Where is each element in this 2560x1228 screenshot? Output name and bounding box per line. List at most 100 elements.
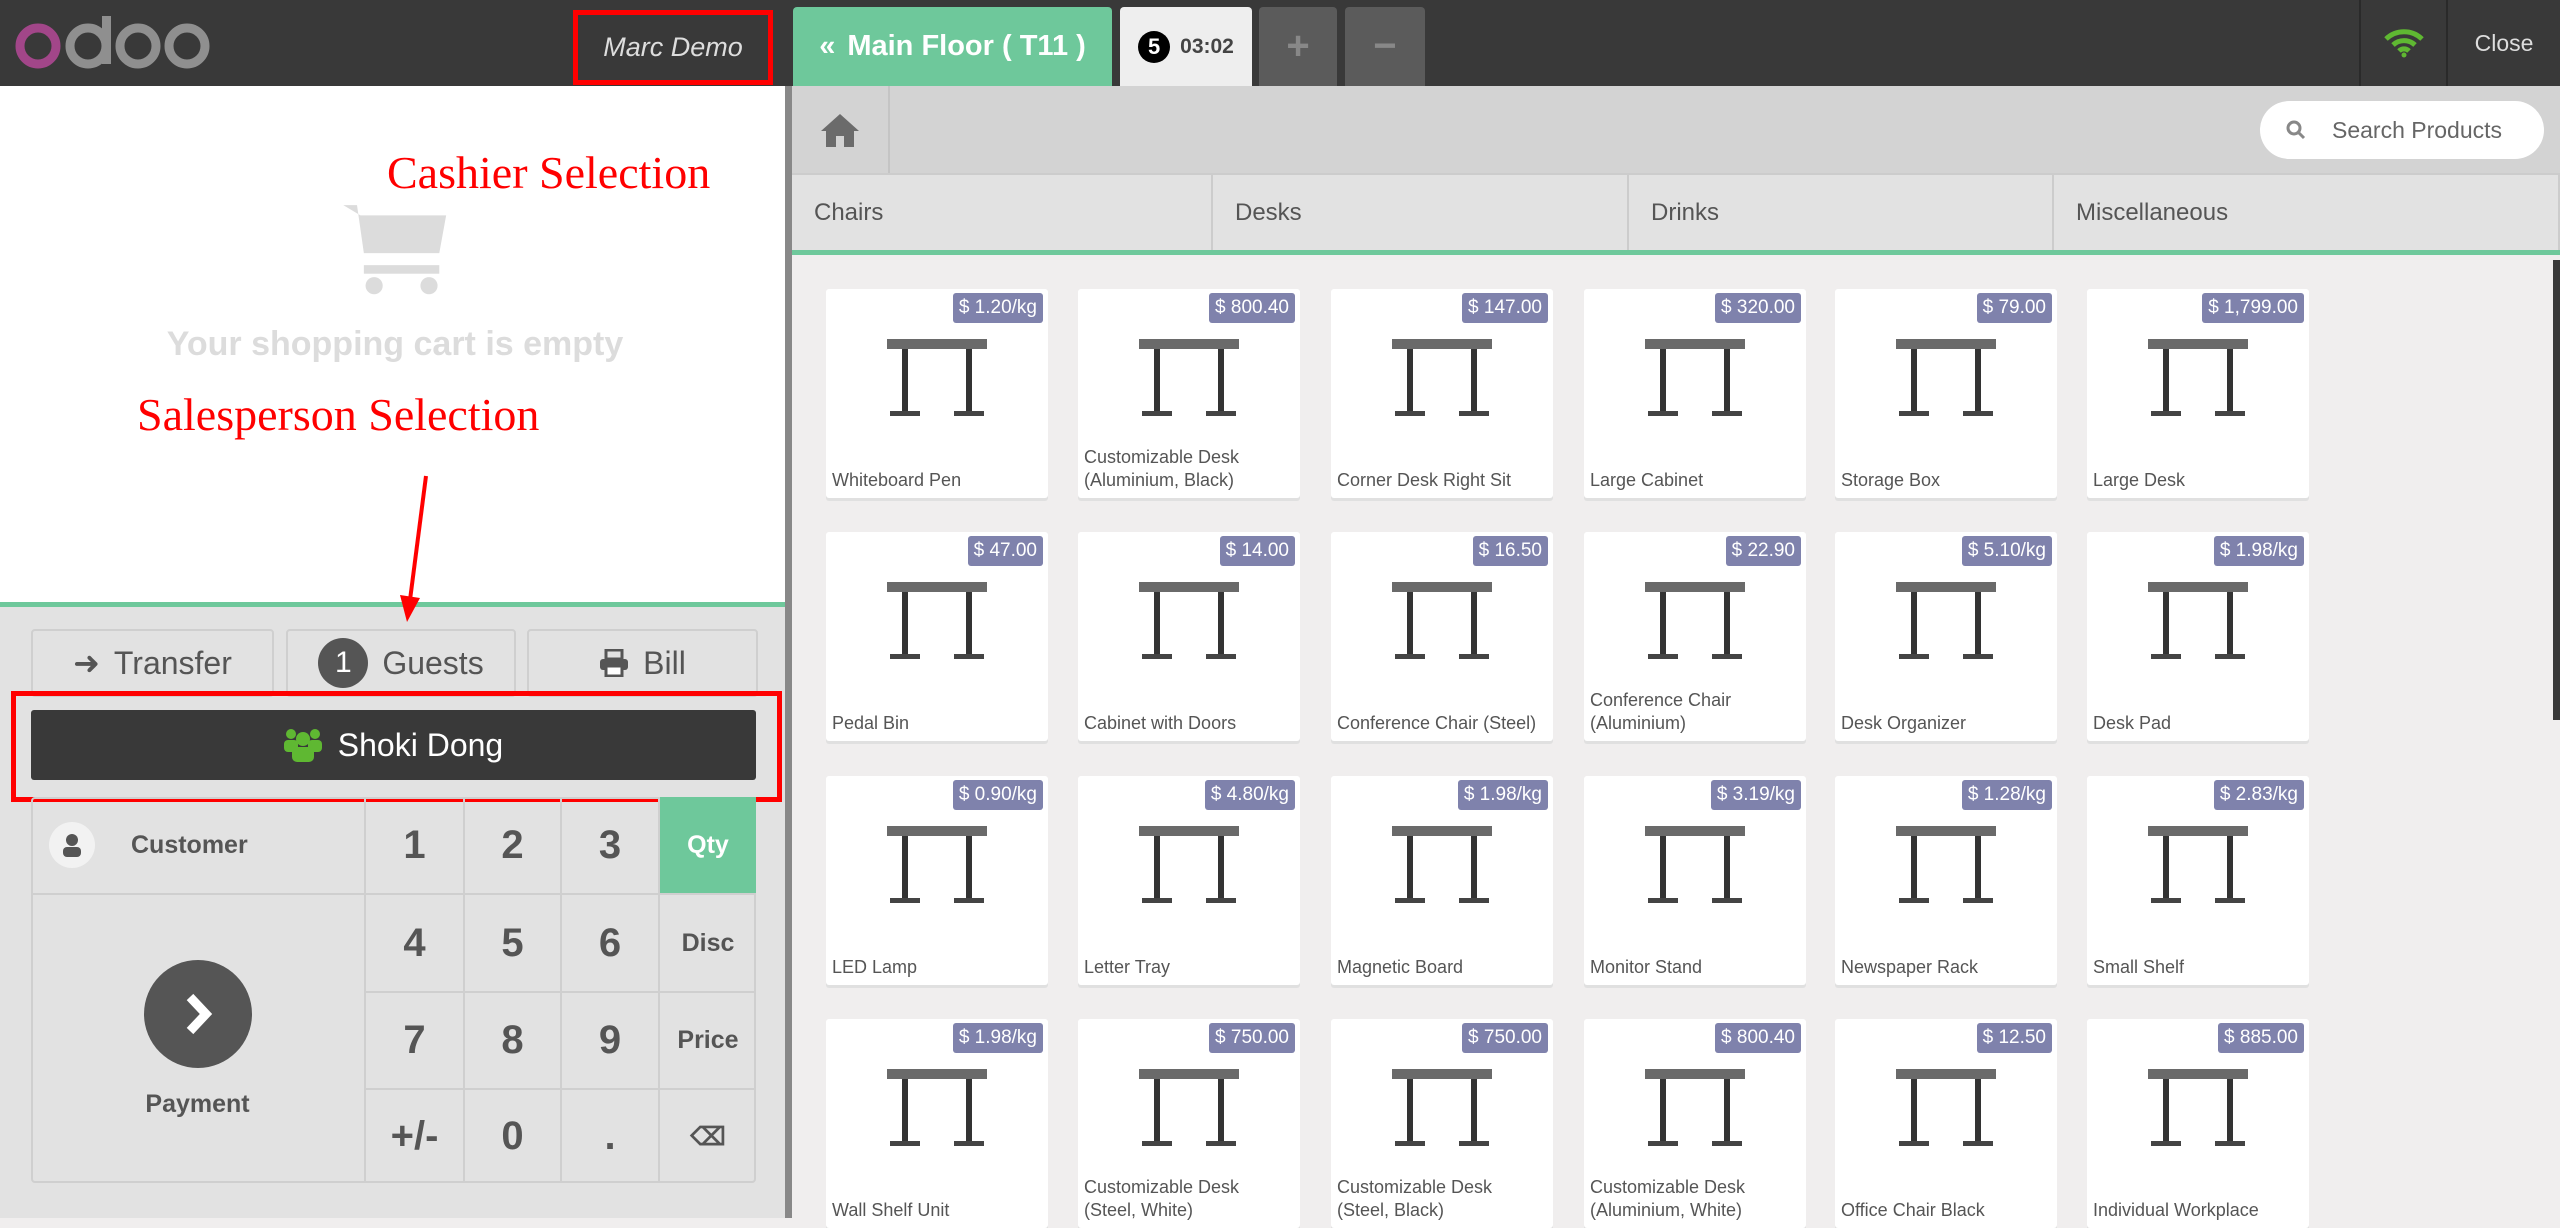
- product-price: $ 2.83/kg: [2213, 780, 2304, 810]
- cashier-selector[interactable]: Marc Demo: [573, 10, 773, 85]
- product-name: Letter Tray: [1084, 957, 1171, 977]
- numpad-key[interactable]: ⌫: [660, 1090, 756, 1183]
- product-name: Customizable Desk (Steel, White): [1084, 1177, 1240, 1220]
- cart-icon: [343, 205, 447, 295]
- product-name: Corner Desk Right Sit: [1337, 470, 1512, 490]
- product-price: $ 5.10/kg: [1961, 536, 2052, 566]
- product-card[interactable]: $ 1.98/kg Desk Pad: [2087, 532, 2309, 741]
- product-card[interactable]: $ 0.90/kg LED Lamp: [826, 776, 1048, 985]
- bill-button[interactable]: Bill: [527, 629, 758, 697]
- product-price: $ 750.00: [1462, 1023, 1548, 1053]
- product-price: $ 1.98/kg: [952, 1023, 1043, 1053]
- product-name: Desk Organizer: [1841, 713, 1967, 733]
- product-name: Office Chair Black: [1841, 1200, 1985, 1220]
- numpad-key[interactable]: 4: [366, 895, 465, 993]
- product-card[interactable]: $ 147.00 Corner Desk Right Sit: [1331, 289, 1553, 498]
- floor-back-button[interactable]: « Main Floor ( T11 ): [793, 7, 1112, 86]
- product-price: $ 750.00: [1209, 1023, 1295, 1053]
- connection-status[interactable]: [2359, 0, 2446, 86]
- product-card[interactable]: $ 16.50 Conference Chair (Steel): [1331, 532, 1553, 741]
- product-card[interactable]: $ 885.00 Individual Workplace: [2087, 1019, 2309, 1228]
- product-card[interactable]: $ 1.98/kg Wall Shelf Unit: [826, 1019, 1048, 1228]
- product-name: Monitor Stand: [1590, 957, 1703, 977]
- numpad-key[interactable]: 6: [562, 895, 660, 993]
- product-card[interactable]: $ 5.10/kg Desk Organizer: [1835, 532, 2057, 741]
- product-card[interactable]: $ 1.28/kg Newspaper Rack: [1835, 776, 2057, 985]
- home-icon: [821, 113, 859, 147]
- product-name: Pedal Bin: [832, 713, 910, 733]
- search-products-input[interactable]: Search Products: [2260, 101, 2544, 159]
- product-card[interactable]: $ 22.90 Conference Chair (Aluminium): [1584, 532, 1806, 741]
- numpad-key[interactable]: .: [562, 1090, 660, 1183]
- product-price: $ 0.90/kg: [952, 780, 1043, 810]
- numpad-key[interactable]: 2: [465, 797, 562, 895]
- category-bar: Chairs Desks Drinks Miscellaneous: [792, 173, 2560, 250]
- numpad-key[interactable]: 3: [562, 797, 660, 895]
- salesperson-button[interactable]: Shoki Dong: [31, 710, 756, 780]
- product-price: $ 79.00: [1976, 293, 2052, 323]
- product-price: $ 47.00: [967, 536, 1043, 566]
- product-card[interactable]: $ 14.00 Cabinet with Doors: [1078, 532, 1300, 741]
- product-card[interactable]: $ 2.83/kg Small Shelf: [2087, 776, 2309, 985]
- numpad-key[interactable]: Disc: [660, 895, 756, 993]
- transfer-button[interactable]: ➜ Transfer: [31, 629, 274, 697]
- product-card[interactable]: $ 800.40 Customizable Desk (Aluminium, Wh…: [1584, 1019, 1806, 1228]
- product-card[interactable]: $ 1.20/kg Whiteboard Pen: [826, 289, 1048, 498]
- product-card[interactable]: $ 3.19/kg Monitor Stand: [1584, 776, 1806, 985]
- product-card[interactable]: $ 320.00 Large Cabinet: [1584, 289, 1806, 498]
- user-icon: [49, 822, 95, 868]
- category-desks[interactable]: Desks: [1213, 175, 1629, 250]
- category-drinks[interactable]: Drinks: [1629, 175, 2054, 250]
- arrow-right-icon: ➜: [73, 645, 100, 681]
- product-card[interactable]: $ 79.00 Storage Box: [1835, 289, 2057, 498]
- guests-label: Guests: [382, 644, 484, 681]
- product-card[interactable]: $ 750.00 Customizable Desk (Steel, Black): [1331, 1019, 1553, 1228]
- numpad-key[interactable]: 0: [465, 1090, 562, 1183]
- product-card[interactable]: $ 1,799.00 Large Desk: [2087, 289, 2309, 498]
- product-price: $ 800.40: [1209, 293, 1295, 323]
- payment-button[interactable]: Payment: [31, 895, 366, 1183]
- product-price: $ 12.50: [1976, 1023, 2052, 1053]
- product-name: Cabinet with Doors: [1084, 713, 1237, 733]
- numpad-key[interactable]: 9: [562, 993, 660, 1090]
- category-chairs[interactable]: Chairs: [792, 175, 1213, 250]
- floor-label: Main Floor ( T11 ): [847, 30, 1086, 62]
- product-price: $ 1.20/kg: [952, 293, 1043, 323]
- product-price: $ 1.28/kg: [1961, 780, 2052, 810]
- scrollbar[interactable]: [2553, 260, 2560, 720]
- product-card[interactable]: $ 4.80/kg Letter Tray: [1078, 776, 1300, 985]
- product-card[interactable]: $ 800.40 Customizable Desk (Aluminium, Bl…: [1078, 289, 1300, 498]
- add-order-button[interactable]: +: [1259, 7, 1337, 86]
- home-category-button[interactable]: [792, 86, 890, 173]
- numpad-key[interactable]: 1: [366, 797, 465, 895]
- product-card[interactable]: $ 1.98/kg Magnetic Board: [1331, 776, 1553, 985]
- product-name: Storage Box: [1841, 470, 1941, 490]
- remove-order-button[interactable]: −: [1345, 7, 1425, 86]
- product-card[interactable]: $ 12.50 Office Chair Black: [1835, 1019, 2057, 1228]
- numpad-key[interactable]: +/-: [366, 1090, 465, 1183]
- numpad-key[interactable]: 5: [465, 895, 562, 993]
- product-name: Large Desk: [2093, 470, 2186, 490]
- product-name: Magnetic Board: [1337, 957, 1464, 977]
- numpad-key[interactable]: Qty: [660, 797, 756, 895]
- odoo-logo: [15, 16, 210, 69]
- close-button[interactable]: Close: [2446, 0, 2560, 86]
- numpad-key[interactable]: 7: [366, 993, 465, 1090]
- customer-button[interactable]: Customer: [31, 797, 366, 895]
- product-price: $ 4.80/kg: [1204, 780, 1295, 810]
- product-card[interactable]: $ 750.00 Customizable Desk (Steel, White): [1078, 1019, 1300, 1228]
- salesperson-annotation: Salesperson Selection: [137, 389, 540, 440]
- guests-button[interactable]: 1 Guests: [286, 629, 516, 697]
- wifi-icon: [2383, 29, 2424, 58]
- product-name: Customizable Desk (Aluminium, Black): [1084, 447, 1240, 490]
- order-tab[interactable]: 5 03:02: [1120, 7, 1252, 86]
- product-name: Conference Chair (Steel): [1337, 713, 1537, 733]
- product-name: Customizable Desk (Steel, Black): [1337, 1177, 1493, 1220]
- customer-label: Customer: [131, 830, 248, 859]
- search-placeholder: Search Products: [2332, 116, 2503, 143]
- product-name: Desk Pad: [2093, 713, 2172, 733]
- category-miscellaneous[interactable]: Miscellaneous: [2054, 175, 2560, 250]
- numpad-key[interactable]: 8: [465, 993, 562, 1090]
- numpad-key[interactable]: Price: [660, 993, 756, 1090]
- product-card[interactable]: $ 47.00 Pedal Bin: [826, 532, 1048, 741]
